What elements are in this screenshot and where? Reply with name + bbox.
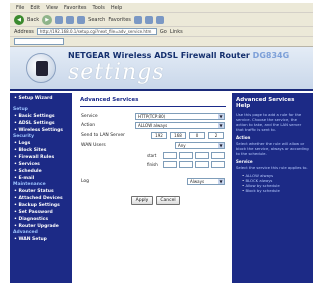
ip-octet-1[interactable]: 192 bbox=[151, 132, 167, 139]
home-icon[interactable] bbox=[77, 15, 86, 24]
cancel-button[interactable]: Cancel bbox=[156, 196, 180, 205]
chevron-down-icon: ▼ bbox=[218, 123, 224, 128]
title-divider bbox=[80, 106, 226, 107]
start-label: start bbox=[147, 153, 157, 158]
list-item: Block by schedule bbox=[242, 188, 309, 193]
action-select[interactable]: ALLOW always ▼ bbox=[135, 122, 225, 129]
address-label: Address bbox=[14, 28, 34, 35]
finish-ip-octet-2[interactable] bbox=[179, 161, 193, 168]
mail-icon[interactable] bbox=[144, 15, 153, 24]
page-title: Advanced Services bbox=[80, 97, 139, 103]
product-name: Wireless ADSL Firewall Router bbox=[112, 51, 250, 60]
finish-ip-octet-4[interactable] bbox=[211, 161, 225, 168]
service-select[interactable]: HTTP(TCP:80) ▼ bbox=[135, 113, 225, 120]
chevron-down-icon: ▼ bbox=[218, 143, 224, 148]
brand-line: NETGEAR Wireless ADSL Firewall Router DG… bbox=[68, 51, 289, 60]
finish-ip-octet-3[interactable] bbox=[195, 161, 209, 168]
sidebar-item-block-sites[interactable]: Block Sites bbox=[10, 147, 72, 154]
sidebar-item-backup-settings[interactable]: Backup Settings bbox=[10, 202, 72, 209]
lan-server-label: Send to LAN Server bbox=[81, 133, 125, 138]
router-logo bbox=[26, 53, 56, 83]
favorites-label[interactable]: Favorites bbox=[108, 17, 131, 23]
finish-ip-octet-1[interactable] bbox=[163, 161, 177, 168]
sidebar-item-services[interactable]: Services bbox=[10, 161, 72, 168]
main-content: Advanced Services Service HTTP(TCP:80) ▼… bbox=[75, 93, 231, 283]
help-action-heading: Action bbox=[236, 135, 251, 140]
sidebar-item-setup-wizard[interactable]: Setup Wizard bbox=[10, 95, 72, 102]
address-bar: Address http://192.168.0.1/setup.cgi?nex… bbox=[10, 27, 313, 37]
browser-menubar: File Edit View Favorites Tools Help bbox=[10, 3, 313, 13]
help-service-heading: Service bbox=[236, 159, 253, 164]
start-ip-octet-4[interactable] bbox=[211, 152, 225, 159]
chevron-down-icon: ▼ bbox=[218, 114, 224, 119]
apply-button[interactable]: Apply bbox=[131, 196, 153, 205]
brand-name: NETGEAR bbox=[68, 51, 110, 60]
sidebar-nav: Setup WizardSetupBasic SettingsADSL Sett… bbox=[10, 93, 72, 283]
action-value: ALLOW always bbox=[138, 123, 168, 128]
sidebar-item-adsl-settings[interactable]: ADSL Settings bbox=[10, 120, 72, 127]
wan-users-label: WAN Users bbox=[81, 143, 106, 148]
start-ip-octet-3[interactable] bbox=[195, 152, 209, 159]
start-ip-octet-1[interactable] bbox=[163, 152, 177, 159]
log-label: Log bbox=[81, 179, 90, 184]
menu-favorites[interactable]: Favorites bbox=[64, 5, 87, 11]
links-label[interactable]: Links bbox=[170, 29, 183, 35]
menu-view[interactable]: View bbox=[46, 5, 58, 11]
settings-title: settings bbox=[68, 60, 165, 85]
browser-toolbar: ◀ Back ▶ Search Favorites bbox=[10, 13, 313, 27]
sidebar-item-logs[interactable]: Logs bbox=[10, 140, 72, 147]
forward-icon[interactable]: ▶ bbox=[42, 14, 53, 25]
help-options-list: ALLOW always BLOCK always Allow by sched… bbox=[236, 173, 309, 193]
search-toolbar bbox=[10, 37, 313, 47]
log-select[interactable]: Always ▼ bbox=[187, 178, 225, 185]
ip-octet-3[interactable]: 0 bbox=[189, 132, 205, 139]
address-input[interactable]: http://192.168.0.1/setup.cgi?next_file=a… bbox=[36, 28, 157, 35]
menu-file[interactable]: File bbox=[16, 5, 24, 11]
ip-octet-2[interactable]: 168 bbox=[170, 132, 186, 139]
stop-icon[interactable] bbox=[55, 15, 64, 24]
back-label[interactable]: Back bbox=[27, 17, 39, 23]
sidebar-item-router-upgrade[interactable]: Router Upgrade bbox=[10, 223, 72, 230]
page-header: NETGEAR Wireless ADSL Firewall Router DG… bbox=[10, 47, 313, 91]
wan-users-select[interactable]: Any ▼ bbox=[175, 142, 225, 149]
help-service-text: Select the service this rule applies to. bbox=[236, 165, 308, 170]
menu-edit[interactable]: Edit bbox=[30, 5, 40, 11]
go-button[interactable]: Go bbox=[160, 29, 167, 35]
model-name: DG834G bbox=[252, 51, 290, 60]
print-icon[interactable] bbox=[155, 15, 164, 24]
log-value: Always bbox=[190, 179, 205, 184]
menu-help[interactable]: Help bbox=[111, 5, 122, 11]
start-ip-octet-2[interactable] bbox=[179, 152, 193, 159]
sidebar-item-schedule[interactable]: Schedule bbox=[10, 168, 72, 175]
search-label[interactable]: Search bbox=[88, 17, 105, 23]
sidebar-item-firewall-rules[interactable]: Firewall Rules bbox=[10, 154, 72, 161]
sidebar-item-set-password[interactable]: Set Password bbox=[10, 209, 72, 216]
menu-tools[interactable]: Tools bbox=[93, 5, 105, 11]
wan-users-value: Any bbox=[178, 143, 186, 148]
help-action-text: Select whether the rule will allow or bl… bbox=[236, 141, 309, 156]
refresh-icon[interactable] bbox=[66, 15, 75, 24]
toolbar-search-input[interactable] bbox=[14, 38, 64, 45]
sidebar-item-wan-setup[interactable]: WAN Setup bbox=[10, 236, 72, 243]
sidebar-item-basic-settings[interactable]: Basic Settings bbox=[10, 113, 72, 120]
finish-label: finish bbox=[147, 162, 158, 167]
help-title: Advanced Services Help bbox=[236, 97, 295, 109]
help-intro: Use this page to add a rule for the serv… bbox=[236, 112, 302, 132]
sidebar-item-diagnostics[interactable]: Diagnostics bbox=[10, 216, 72, 223]
sidebar-item-e-mail[interactable]: E-mail bbox=[10, 175, 72, 182]
action-label: Action bbox=[81, 123, 96, 128]
sidebar-item-wireless-settings[interactable]: Wireless Settings bbox=[10, 127, 72, 134]
service-value: HTTP(TCP:80) bbox=[138, 114, 166, 119]
sidebar-item-router-status[interactable]: Router Status bbox=[10, 188, 72, 195]
help-pane: Advanced Services Help Use this page to … bbox=[232, 93, 313, 283]
ip-octet-4[interactable]: 2 bbox=[208, 132, 224, 139]
service-label: Service bbox=[81, 114, 98, 119]
history-icon[interactable] bbox=[133, 15, 142, 24]
sidebar-item-attached-devices[interactable]: Attached Devices bbox=[10, 195, 72, 202]
back-icon[interactable]: ◀ bbox=[14, 14, 24, 25]
chevron-down-icon: ▼ bbox=[218, 179, 224, 184]
